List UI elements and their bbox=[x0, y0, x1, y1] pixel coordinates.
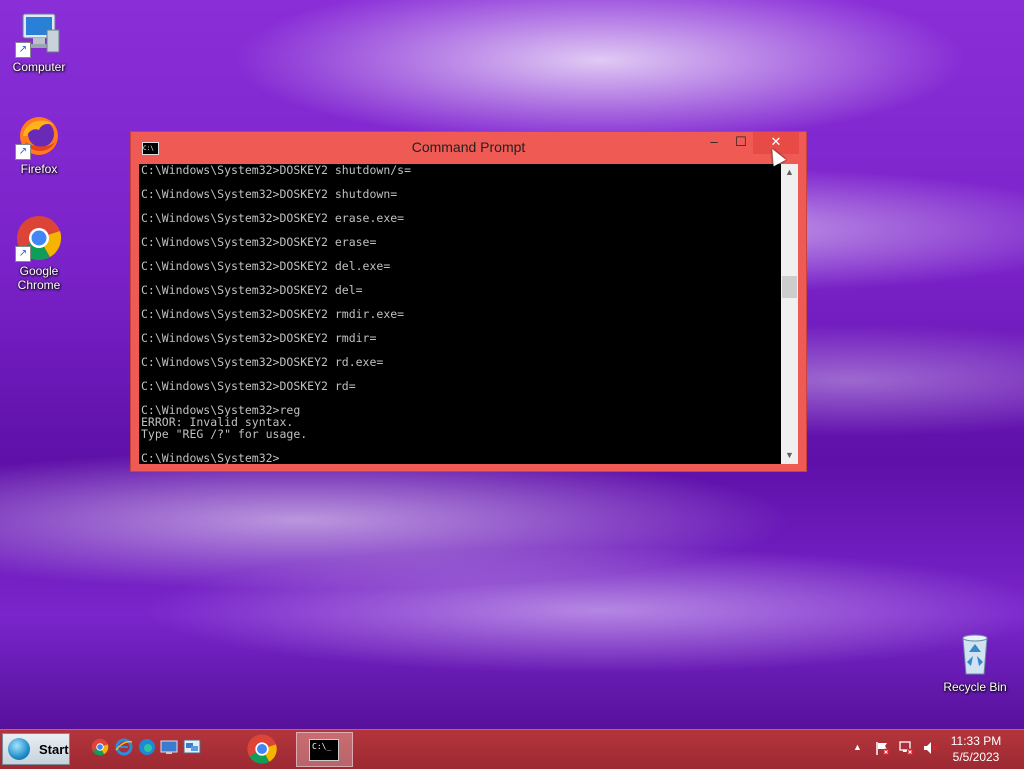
network-icon[interactable] bbox=[898, 740, 914, 759]
start-button[interactable]: Start bbox=[2, 733, 70, 765]
desktop-icon-label: Recycle Bin bbox=[943, 680, 1007, 694]
desktop-icon-label: Google Chrome bbox=[17, 264, 61, 292]
quicklaunch-desktop-icon[interactable] bbox=[160, 738, 178, 756]
computer-icon: ↗ bbox=[15, 10, 63, 58]
desktop-icon-recycle-bin[interactable]: Recycle Bin bbox=[939, 630, 1011, 694]
maximize-button[interactable]: ☐ bbox=[727, 132, 755, 154]
show-hidden-icons-icon[interactable]: ▲ bbox=[853, 742, 862, 752]
scroll-up-icon[interactable]: ▲ bbox=[781, 164, 798, 181]
clock[interactable]: 11:33 PM 5/5/2023 bbox=[946, 733, 1006, 765]
system-tray: ▲ bbox=[848, 730, 948, 769]
desktop-icon-computer[interactable]: ↗ Computer bbox=[3, 10, 75, 74]
clock-date: 5/5/2023 bbox=[952, 750, 1000, 764]
quicklaunch-chrome-icon[interactable] bbox=[91, 738, 109, 756]
start-orb-icon bbox=[8, 738, 30, 760]
console-output[interactable]: C:\Windows\System32>DOSKEY2 shutdown/s= … bbox=[139, 164, 781, 464]
start-label: Start bbox=[39, 742, 69, 757]
desktop-icon-label: Firefox bbox=[20, 162, 58, 176]
console-text: C:\Windows\System32>DOSKEY2 shutdown/s= … bbox=[141, 164, 412, 464]
shortcut-arrow-icon: ↗ bbox=[15, 42, 31, 58]
taskbar-chrome-button[interactable] bbox=[240, 732, 284, 767]
scroll-thumb[interactable] bbox=[782, 276, 797, 298]
scroll-down-icon[interactable]: ▼ bbox=[781, 447, 798, 464]
shortcut-arrow-icon: ↗ bbox=[15, 144, 31, 160]
quicklaunch-edge-icon[interactable] bbox=[138, 738, 156, 756]
clock-time: 11:33 PM bbox=[950, 734, 1002, 748]
quicklaunch-ie-icon[interactable] bbox=[115, 738, 133, 756]
command-prompt-window[interactable]: C:\ Command Prompt – ☐ ✕ C:\Windows\Syst… bbox=[130, 131, 807, 472]
desktop-icon-chrome[interactable]: ↗ Google Chrome bbox=[3, 214, 75, 292]
taskbar: Start C:\_ ▲ 11:33 PM 5/5/2023 bbox=[0, 729, 1024, 769]
minimize-button[interactable]: – bbox=[700, 132, 728, 154]
chrome-icon: ↗ bbox=[15, 214, 63, 262]
shortcut-arrow-icon: ↗ bbox=[15, 246, 31, 262]
desktop-icon-label: Computer bbox=[12, 60, 66, 74]
taskbar-cmd-button[interactable]: C:\_ bbox=[296, 732, 353, 767]
title-bar[interactable]: C:\ Command Prompt – ☐ ✕ bbox=[131, 132, 806, 164]
quicklaunch-windows-icon[interactable] bbox=[183, 738, 201, 756]
recycle-bin-icon bbox=[951, 630, 999, 678]
cmd-icon: C:\_ bbox=[309, 739, 339, 761]
vertical-scrollbar[interactable]: ▲ ▼ bbox=[781, 164, 798, 464]
desktop-icon-firefox[interactable]: ↗ Firefox bbox=[3, 112, 75, 176]
action-center-flag-icon[interactable] bbox=[874, 740, 890, 759]
firefox-icon: ↗ bbox=[15, 112, 63, 160]
volume-muted-icon[interactable] bbox=[922, 740, 938, 759]
